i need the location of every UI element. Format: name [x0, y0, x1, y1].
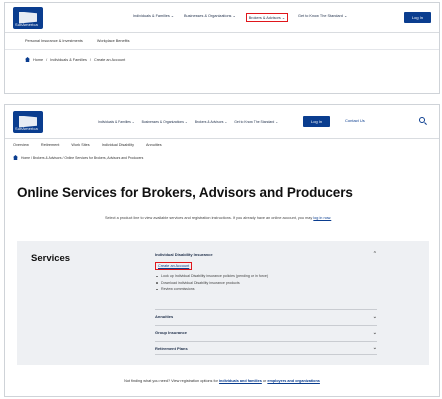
chevron-down-icon[interactable]: ⌄	[373, 345, 377, 351]
breadcrumb: Home / Brokers & Advisors / Online Servi…	[5, 151, 439, 164]
tab-overview[interactable]: Overview	[13, 143, 29, 147]
accordion-row-retirement-plans[interactable]: Retirement Plans ⌄	[155, 341, 377, 355]
breadcrumb-home[interactable]: Home	[33, 58, 43, 62]
breadcrumb-individuals[interactable]: Individuals & Families	[50, 58, 87, 62]
accordion-row-annuities[interactable]: Annuities ⌄	[155, 309, 377, 323]
home-icon[interactable]	[13, 155, 18, 160]
login-button[interactable]: Log In	[303, 116, 331, 127]
chevron-up-icon[interactable]: ⌃	[373, 251, 377, 257]
footer-note: Not finding what you need? View registra…	[124, 379, 320, 383]
services-heading: Services	[31, 253, 71, 264]
contact-us-link[interactable]: Contact Us	[345, 118, 365, 123]
tab-workplace-benefits[interactable]: Workplace Benefits	[97, 39, 130, 43]
menu-get-to-know[interactable]: Get to Know The Standard ⌄	[298, 13, 347, 22]
disability-bullets: Look up Individual Disability insurance …	[155, 273, 377, 293]
company-logo[interactable]: SunAmerica	[13, 110, 43, 133]
menu-individuals[interactable]: Individuals & Families ⌄	[133, 13, 174, 22]
menu-individuals[interactable]: Individuals & Families ⌄	[98, 120, 135, 124]
logo-text: SunAmerica	[15, 125, 38, 131]
accordion-disability: Individual Disability Insurance ⌃ Create…	[155, 251, 377, 293]
top-navbar: SunAmerica Individuals & Families ⌄ Busi…	[5, 3, 439, 33]
employers-organizations-link[interactable]: employers and organizations	[267, 379, 320, 383]
breadcrumb: Home / Individuals & Families / Create a…	[5, 50, 439, 69]
menu-brokers-advisors[interactable]: Brokers & Advisors ⌄	[195, 120, 227, 124]
chevron-down-icon[interactable]: ⌄	[373, 314, 377, 320]
main-menu: Individuals & Families ⌄ Businesses & Or…	[133, 13, 347, 22]
logo-text: SunAmerica	[15, 21, 38, 27]
search-icon[interactable]	[419, 117, 425, 123]
login-now-link[interactable]: log in now.	[313, 216, 331, 220]
bottom-navbar: SunAmerica Individuals & Families ⌄ Busi…	[5, 105, 439, 139]
breadcrumb-trail[interactable]: Home / Brokers & Advisors / Online Servi…	[21, 156, 143, 160]
intro-text: Select a product line to view available …	[105, 216, 332, 220]
menu-businesses[interactable]: Businesses & Organizations ⌄	[142, 120, 188, 124]
menu-get-to-know[interactable]: Get to Know The Standard ⌄	[234, 120, 278, 124]
create-account-link[interactable]: Create an Account	[155, 262, 193, 270]
login-button[interactable]: Log In	[403, 12, 431, 23]
company-logo[interactable]: SunAmerica	[13, 6, 43, 29]
tab-retirement[interactable]: Retirement	[41, 143, 60, 147]
individuals-families-link[interactable]: individuals and families	[219, 379, 262, 383]
tab-annuities[interactable]: Annuities	[146, 143, 162, 147]
breadcrumb-current: Create an Account	[93, 57, 126, 62]
top-screenshot-panel: SunAmerica Individuals & Families ⌄ Busi…	[4, 2, 440, 94]
bottom-screenshot-panel: SunAmerica Individuals & Families ⌄ Busi…	[4, 104, 440, 397]
main-menu: Individuals & Families ⌄ Businesses & Or…	[98, 120, 278, 124]
list-item: Review commissions	[155, 286, 377, 293]
tab-individual-disability[interactable]: Individual Disability	[102, 143, 134, 147]
accordion-header-disability[interactable]: Individual Disability Insurance ⌃	[155, 251, 377, 257]
menu-brokers-advisors[interactable]: Brokers & Advisors ⌄	[245, 13, 289, 22]
home-icon[interactable]	[25, 57, 30, 62]
chevron-down-icon[interactable]: ⌄	[373, 330, 377, 336]
tab-work-sites[interactable]: Work Sites	[71, 143, 89, 147]
sub-tabs: Personal Insurance & Investments Workpla…	[5, 33, 439, 50]
menu-businesses[interactable]: Businesses & Organizations ⌄	[184, 13, 236, 22]
accordion-row-group-insurance[interactable]: Group Insurance ⌄	[155, 325, 377, 339]
section-tabs: Overview Retirement Work Sites Individua…	[5, 139, 439, 151]
page-title: Online Services for Brokers, Advisors an…	[17, 185, 353, 200]
tab-personal-insurance[interactable]: Personal Insurance & Investments	[25, 39, 83, 43]
